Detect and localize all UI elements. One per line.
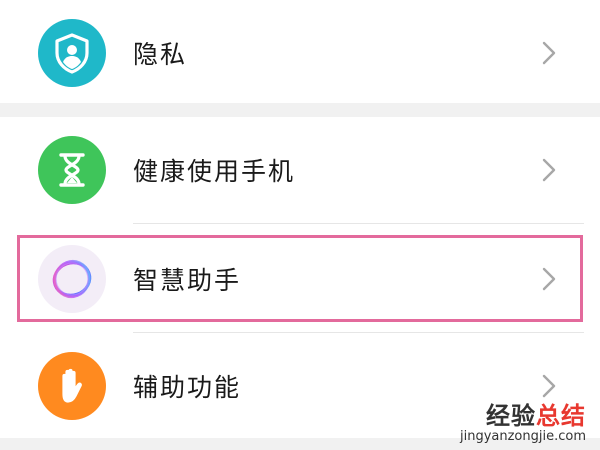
- settings-screen: 隐私 健康使用手机 智慧助手 辅助功能 经验总结 jingyanzongjie.…: [0, 0, 600, 450]
- settings-item-healthy-usage[interactable]: 健康使用手机: [0, 117, 600, 222]
- settings-item-smart-assistant[interactable]: 智慧助手: [0, 226, 600, 331]
- divider: [133, 223, 584, 224]
- chevron-right-icon: [538, 371, 560, 401]
- settings-item-label: 智慧助手: [133, 265, 242, 295]
- watermark-title-part1: 经验: [486, 402, 536, 430]
- chevron-right-icon: [538, 38, 560, 68]
- settings-item-privacy[interactable]: 隐私: [0, 0, 600, 105]
- watermark-url: jingyanzongjie.com: [459, 429, 586, 444]
- ring-assistant-icon: [38, 244, 106, 313]
- section-gap: [0, 103, 600, 117]
- watermark-title-part2: 总结: [536, 402, 586, 430]
- watermark: 经验总结 jingyanzongjie.com: [460, 403, 586, 444]
- watermark-title: 经验总结: [460, 403, 586, 429]
- settings-item-label: 隐私: [133, 39, 188, 69]
- shield-person-icon: [38, 18, 106, 87]
- settings-item-label: 辅助功能: [133, 372, 242, 402]
- chevron-right-icon: [538, 264, 560, 294]
- chevron-right-icon: [538, 155, 560, 185]
- settings-item-label: 健康使用手机: [133, 156, 296, 186]
- hourglass-icon: [38, 135, 106, 204]
- hand-icon: [38, 351, 106, 420]
